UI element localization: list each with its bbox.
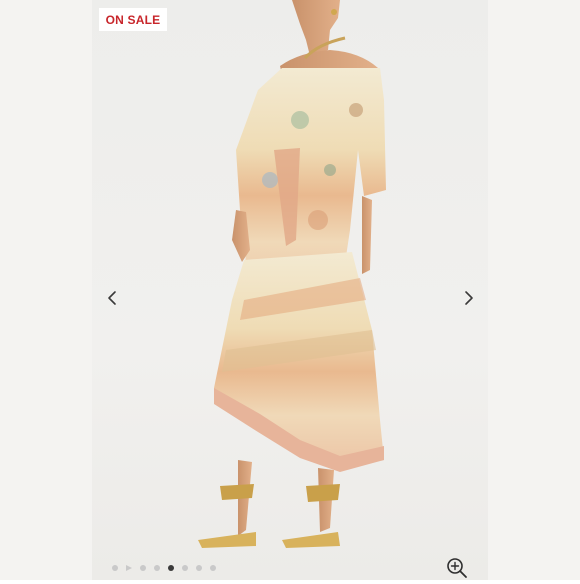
- slide-indicators: [112, 562, 216, 574]
- slide-dot[interactable]: [112, 565, 118, 571]
- product-gallery: ON SALE: [0, 0, 580, 580]
- chevron-right-icon: [465, 291, 473, 305]
- model-wearing-dress: [198, 0, 386, 548]
- slide-dot[interactable]: [196, 565, 202, 571]
- chevron-left-icon: [108, 291, 116, 305]
- previous-image-button[interactable]: [101, 287, 123, 309]
- slide-dot-active[interactable]: [168, 565, 174, 571]
- slide-dot[interactable]: [140, 565, 146, 571]
- next-image-button[interactable]: [458, 287, 480, 309]
- video-slide-icon[interactable]: [126, 565, 132, 571]
- slide-dot[interactable]: [210, 565, 216, 571]
- zoom-button[interactable]: [446, 557, 468, 579]
- on-sale-badge: ON SALE: [99, 8, 167, 31]
- product-photo[interactable]: [92, 0, 488, 580]
- zoom-in-icon: [447, 558, 467, 578]
- slide-dot[interactable]: [182, 565, 188, 571]
- slide-dot[interactable]: [154, 565, 160, 571]
